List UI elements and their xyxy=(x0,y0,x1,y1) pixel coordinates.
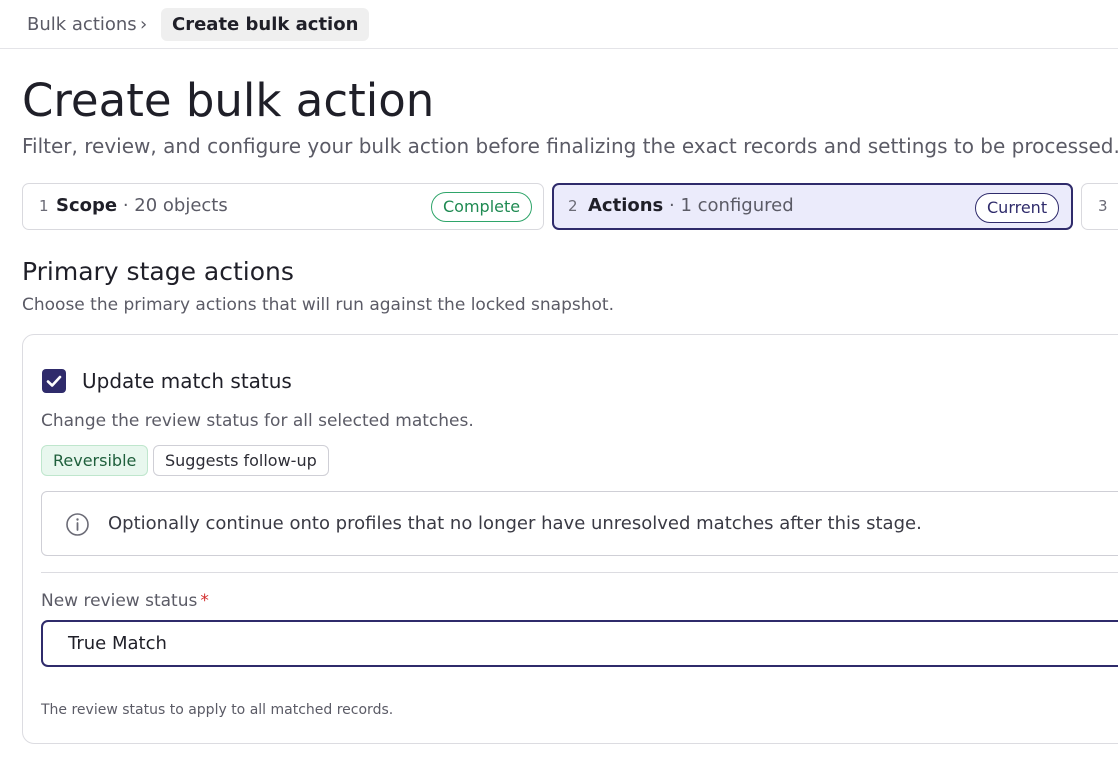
step-meta: · 1 configured xyxy=(663,195,794,216)
notice-text: Optionally continue onto profiles that n… xyxy=(108,513,922,534)
reversible-tag: Reversible xyxy=(41,445,149,476)
action-description: Change the review status for all selecte… xyxy=(41,411,474,431)
step-number: 3 xyxy=(1098,197,1108,215)
step-number: 2 xyxy=(568,197,578,215)
step-meta: · 20 objects xyxy=(117,195,228,216)
page-subtitle: Filter, review, and configure your bulk … xyxy=(22,134,1118,158)
section-title: Primary stage actions xyxy=(22,257,294,286)
breadcrumb-chevron-icon: › xyxy=(140,14,148,35)
top-bar: Bulk actions › Create bulk action xyxy=(0,0,1118,49)
review-status-help: The review status to apply to all matche… xyxy=(41,702,394,718)
info-icon xyxy=(66,513,89,536)
current-badge: Current xyxy=(975,193,1060,223)
step-3[interactable]: 3 xyxy=(1081,183,1118,230)
section-description: Choose the primary actions that will run… xyxy=(22,295,614,315)
step-label: Actions · 1 configured xyxy=(588,195,794,216)
complete-badge: Complete xyxy=(431,192,533,222)
required-asterisk: * xyxy=(200,591,209,611)
breadcrumb-bulk-actions-link[interactable]: Bulk actions xyxy=(27,14,137,35)
step-scope[interactable]: 1 Scope · 20 objects Complete xyxy=(22,183,544,230)
checkmark-icon xyxy=(46,375,62,387)
review-status-select[interactable]: True Match xyxy=(41,620,1118,667)
step-label: Scope · 20 objects xyxy=(56,195,228,216)
breadcrumb-current: Create bulk action xyxy=(161,8,370,41)
page-title: Create bulk action xyxy=(22,74,435,127)
action-title[interactable]: Update match status xyxy=(82,369,292,393)
divider xyxy=(41,572,1118,573)
step-number: 1 xyxy=(39,197,49,215)
step-actions[interactable]: 2 Actions · 1 configured Current xyxy=(552,183,1073,230)
update-match-status-checkbox[interactable] xyxy=(42,369,66,393)
review-status-label: New review status * xyxy=(41,591,209,611)
suggests-follow-up-tag: Suggests follow-up xyxy=(153,445,329,476)
